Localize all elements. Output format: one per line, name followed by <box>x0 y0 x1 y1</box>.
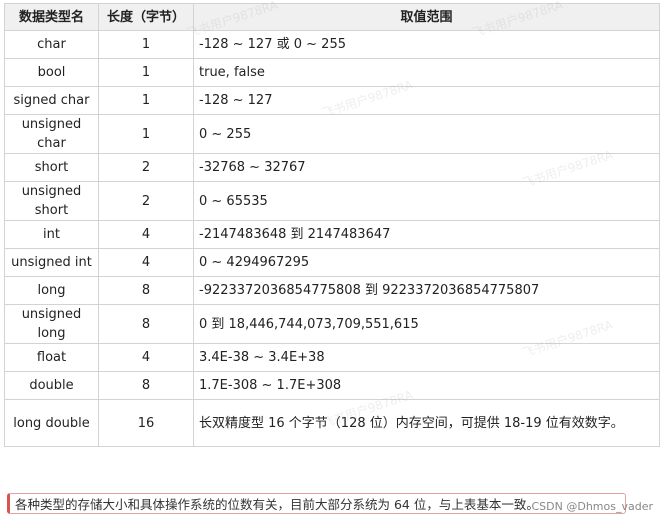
header-size: 长度（字节） <box>98 3 194 31</box>
cell-range: 3.4E-38 ~ 3.4E+38 <box>193 343 660 372</box>
cell-range: -2147483648 到 2147483647 <box>193 220 660 249</box>
cell-type: double <box>4 371 99 400</box>
cell-range: -9223372036854775808 到 92233720368547758… <box>193 276 660 305</box>
cell-size: 4 <box>98 343 194 372</box>
table-row: short 2 -32768 ~ 32767 <box>4 153 660 182</box>
cell-type: int <box>4 220 99 249</box>
cell-type: signed char <box>4 86 99 115</box>
cell-size: 2 <box>98 181 194 221</box>
cell-size: 8 <box>98 371 194 400</box>
cell-type: short <box>4 153 99 182</box>
table-row: long 8 -9223372036854775808 到 9223372036… <box>4 276 660 305</box>
cell-size: 1 <box>98 114 194 154</box>
table-row: unsigned char 1 0 ~ 255 <box>4 114 660 154</box>
table-header-row: 数据类型名 长度（字节） 取值范围 <box>4 3 660 31</box>
cell-type: long <box>4 276 99 305</box>
cell-range: 0 到 18,446,744,073,709,551,615 <box>193 304 660 344</box>
source-credit: CSDN @Dhmos_vader <box>531 500 654 513</box>
cell-size: 1 <box>98 86 194 115</box>
cell-type: unsigned short <box>4 181 99 221</box>
cell-range: 长双精度型 16 个字节（128 位）内存空间，可提供 18-19 位有效数字。 <box>193 399 660 447</box>
cell-range: 1.7E-308 ~ 1.7E+308 <box>193 371 660 400</box>
cell-range: 0 ~ 255 <box>193 114 660 154</box>
cell-type: unsigned long <box>4 304 99 344</box>
table-row: long double 16 长双精度型 16 个字节（128 位）内存空间，可… <box>4 399 660 447</box>
cell-type: float <box>4 343 99 372</box>
header-type-name: 数据类型名 <box>4 3 99 31</box>
table-row: int 4 -2147483648 到 2147483647 <box>4 220 660 249</box>
table-row: unsigned long 8 0 到 18,446,744,073,709,5… <box>4 304 660 344</box>
cell-range: -32768 ~ 32767 <box>193 153 660 182</box>
cell-range: true, false <box>193 58 660 87</box>
cell-type: bool <box>4 58 99 87</box>
table-row: unsigned short 2 0 ~ 65535 <box>4 181 660 221</box>
cell-size: 8 <box>98 276 194 305</box>
table-row: char 1 -128 ~ 127 或 0 ~ 255 <box>4 30 660 59</box>
cell-size: 4 <box>98 248 194 277</box>
table-row: bool 1 true, false <box>4 58 660 87</box>
cell-range: -128 ~ 127 或 0 ~ 255 <box>193 30 660 59</box>
table-row: float 4 3.4E-38 ~ 3.4E+38 <box>4 343 660 372</box>
cell-size: 8 <box>98 304 194 344</box>
cell-type: long double <box>4 399 99 447</box>
cell-range: -128 ~ 127 <box>193 86 660 115</box>
table-row: double 8 1.7E-308 ~ 1.7E+308 <box>4 371 660 400</box>
table-row: signed char 1 -128 ~ 127 <box>4 86 660 115</box>
header-range: 取值范围 <box>193 3 660 31</box>
cell-range: 0 ~ 4294967295 <box>193 248 660 277</box>
cell-size: 4 <box>98 220 194 249</box>
cell-range: 0 ~ 65535 <box>193 181 660 221</box>
cell-size: 1 <box>98 30 194 59</box>
cell-type: unsigned int <box>4 248 99 277</box>
table-row: unsigned int 4 0 ~ 4294967295 <box>4 248 660 277</box>
data-types-table: 数据类型名 长度（字节） 取值范围 char 1 -128 ~ 127 或 0 … <box>4 3 660 447</box>
cell-size: 16 <box>98 399 194 447</box>
cell-size: 1 <box>98 58 194 87</box>
cell-type: char <box>4 30 99 59</box>
cell-size: 2 <box>98 153 194 182</box>
cell-type: unsigned char <box>4 114 99 154</box>
